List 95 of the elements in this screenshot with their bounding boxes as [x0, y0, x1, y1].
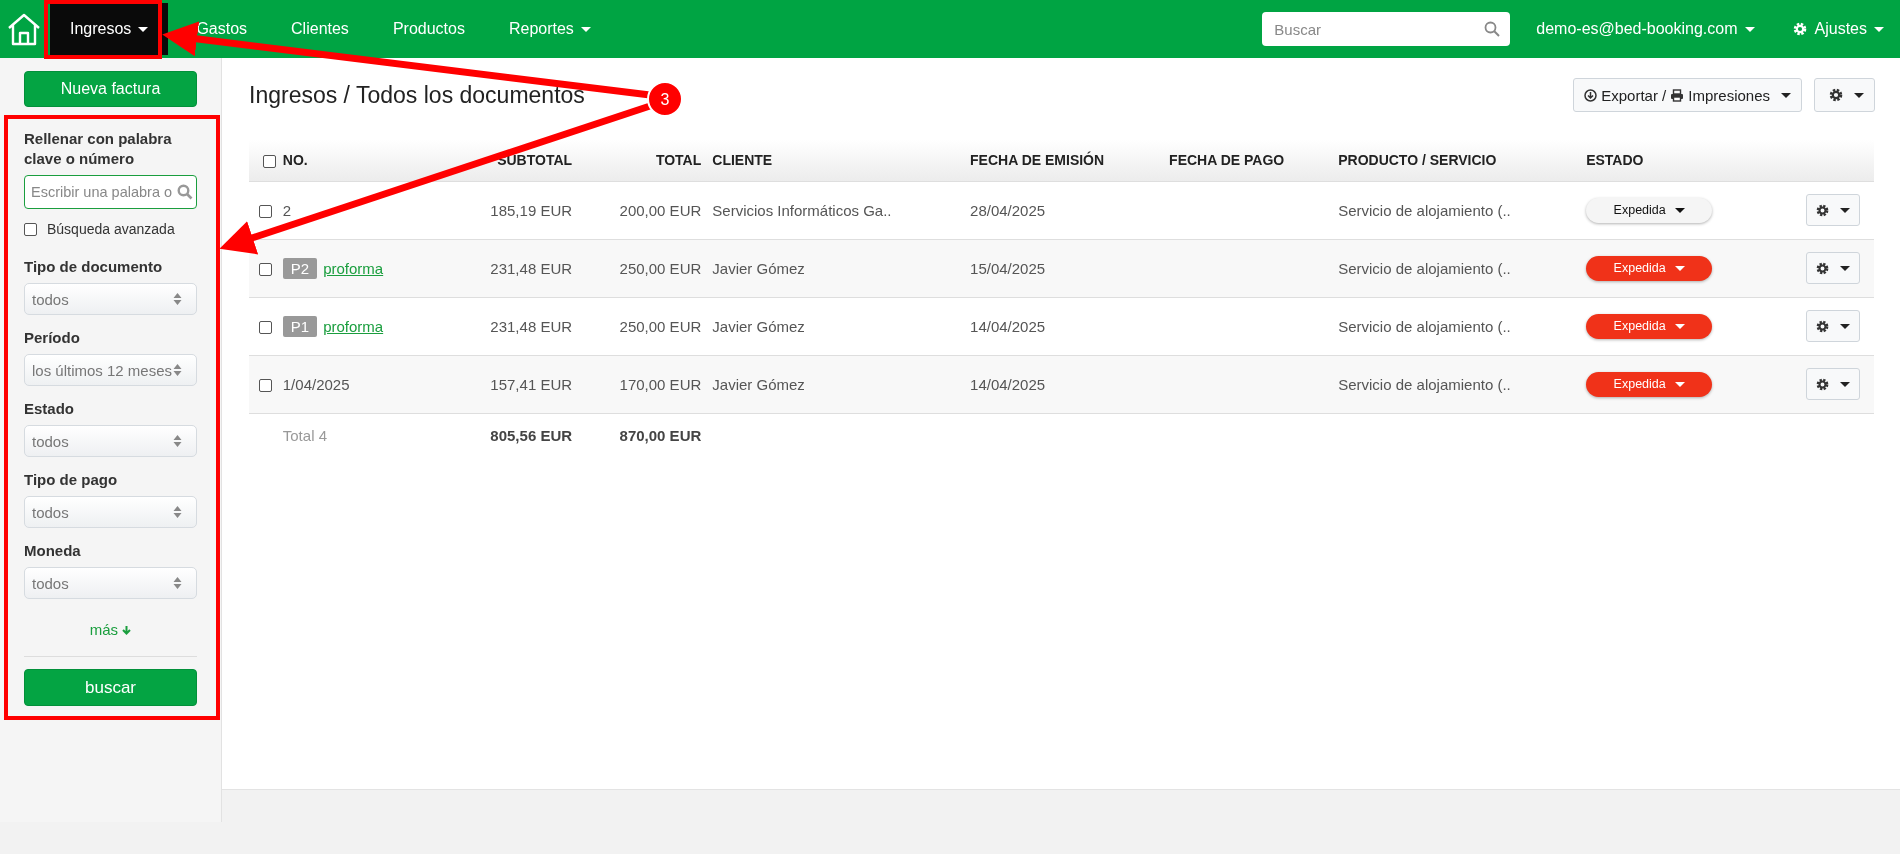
filter-select[interactable]: los últimos 12 meses: [24, 354, 197, 386]
nav-menu-item[interactable]: Gastos: [174, 3, 270, 55]
search-button[interactable]: buscar: [24, 669, 197, 706]
search-field[interactable]: Buscar: [1262, 12, 1511, 46]
total-cell: 170,00 EUR: [619, 375, 702, 393]
updown-icon: [173, 505, 182, 519]
document-number: 1/04/2025: [282, 375, 350, 393]
column-header: NO.: [281, 140, 472, 181]
filter-label: Período: [24, 328, 81, 348]
filter-label: Moneda: [24, 541, 82, 561]
column-header: CLIENTE: [711, 140, 970, 181]
client-cell: Javier Gómez: [712, 375, 805, 393]
column-header: FECHA DE EMISIÓN: [969, 140, 1169, 181]
updown-icon: [173, 434, 182, 448]
row-checkbox[interactable]: [259, 379, 272, 393]
filter-label: Tipo de documento: [24, 257, 164, 277]
nav-menu-item[interactable]: Clientes: [269, 3, 371, 55]
advanced-search-label: Búsqueda avanzada: [47, 221, 175, 237]
column-header: FECHA DE PAGO: [1168, 140, 1338, 181]
total-cell: 250,00 EUR: [619, 259, 702, 277]
row-actions-button[interactable]: [1806, 310, 1860, 342]
arrow-down-icon: [122, 625, 132, 635]
client-cell: Javier Gómez: [712, 259, 805, 277]
printer-icon: [1670, 88, 1685, 102]
updown-icon: [173, 576, 182, 590]
keyword-label: Rellenar con palabra clave o número: [24, 129, 173, 169]
subtotal-cell: 231,48 EUR: [490, 317, 573, 335]
product-cell: Servicio de alojamiento (..: [1338, 201, 1511, 219]
proforma-link[interactable]: proforma: [323, 317, 384, 335]
updown-icon: [173, 292, 182, 306]
row-checkbox[interactable]: [259, 205, 272, 219]
row-checkbox[interactable]: [259, 263, 272, 277]
keyword-field[interactable]: Escribir una palabra o: [24, 175, 197, 209]
product-cell: Servicio de alojamiento (..: [1338, 375, 1511, 393]
gear-icon: [1829, 88, 1843, 102]
gear-icon: [1816, 319, 1829, 333]
callout-badge: 3: [647, 81, 683, 117]
row-checkbox[interactable]: [259, 321, 272, 335]
subtotal-cell: 157,41 EUR: [490, 375, 573, 393]
gear-icon: [1816, 261, 1829, 275]
advanced-search-checkbox[interactable]: [24, 222, 37, 236]
filter-label: Tipo de pago: [24, 470, 119, 490]
subtotal-sum: 805,56 EUR: [490, 427, 573, 444]
issue-date-cell: 14/04/2025: [970, 375, 1046, 393]
status-dropdown[interactable]: Expedida: [1586, 371, 1713, 397]
settings-menu[interactable]: Ajustes: [1792, 20, 1884, 38]
nav-menu-item[interactable]: Ingresos: [50, 3, 169, 55]
subtotal-cell: 185,19 EUR: [490, 201, 573, 219]
issue-date-cell: 14/04/2025: [970, 317, 1046, 335]
export-print-button[interactable]: Exportar / Impresiones: [1573, 78, 1802, 112]
gear-icon: [1816, 203, 1829, 217]
filter-select[interactable]: todos: [24, 567, 197, 599]
home-icon[interactable]: [6, 11, 42, 47]
status-dropdown[interactable]: Expedida: [1586, 255, 1713, 281]
filter-label: Estado: [24, 399, 75, 419]
total-cell: 250,00 EUR: [619, 317, 702, 335]
filter-select[interactable]: todos: [24, 425, 197, 457]
document-number: 2: [282, 201, 292, 219]
column-header: ESTADO: [1585, 140, 1805, 181]
column-header: TOTAL: [582, 140, 712, 181]
product-cell: Servicio de alojamiento (..: [1338, 259, 1511, 277]
page-title: Ingresos / Todos los documentos: [249, 81, 585, 109]
subtotal-cell: 231,48 EUR: [490, 259, 573, 277]
filter-select[interactable]: todos: [24, 496, 197, 528]
settings-icon: [1792, 22, 1807, 36]
gear-icon: [1816, 377, 1829, 391]
column-header: PRODUCTO / SERVICIO: [1337, 140, 1586, 181]
row-actions-button[interactable]: [1806, 252, 1860, 284]
row-actions-button[interactable]: [1806, 194, 1860, 226]
select-all-checkbox[interactable]: [263, 155, 277, 169]
client-cell: Servicios Informáticos Ga..: [712, 201, 892, 219]
total-sum: 870,00 EUR: [619, 427, 702, 444]
proforma-tag: P2: [282, 257, 318, 279]
proforma-tag: P1: [282, 315, 318, 337]
nav-menu-item[interactable]: Reportes: [486, 3, 613, 55]
product-cell: Servicio de alojamiento (..: [1338, 317, 1511, 335]
nav-menu-item[interactable]: Productos: [370, 3, 487, 55]
updown-icon: [173, 363, 182, 377]
total-cell: 200,00 EUR: [619, 201, 702, 219]
search-icon: [1484, 21, 1501, 37]
new-invoice-button[interactable]: Nueva factura: [24, 71, 197, 107]
status-dropdown[interactable]: Expedida: [1586, 197, 1713, 223]
settings-button[interactable]: [1814, 78, 1875, 112]
issue-date-cell: 28/04/2025: [970, 201, 1046, 219]
filter-select[interactable]: todos: [24, 283, 197, 315]
download-icon: [1584, 88, 1598, 102]
row-actions-button[interactable]: [1806, 368, 1860, 400]
issue-date-cell: 15/04/2025: [970, 259, 1046, 277]
proforma-link[interactable]: proforma: [323, 259, 384, 277]
more-link[interactable]: más: [89, 621, 132, 638]
client-cell: Javier Gómez: [712, 317, 805, 335]
total-count: Total 4: [282, 427, 327, 444]
status-dropdown[interactable]: Expedida: [1586, 313, 1713, 339]
account-menu[interactable]: demo-es@bed-booking.com: [1536, 20, 1755, 38]
search-icon: [177, 184, 193, 200]
